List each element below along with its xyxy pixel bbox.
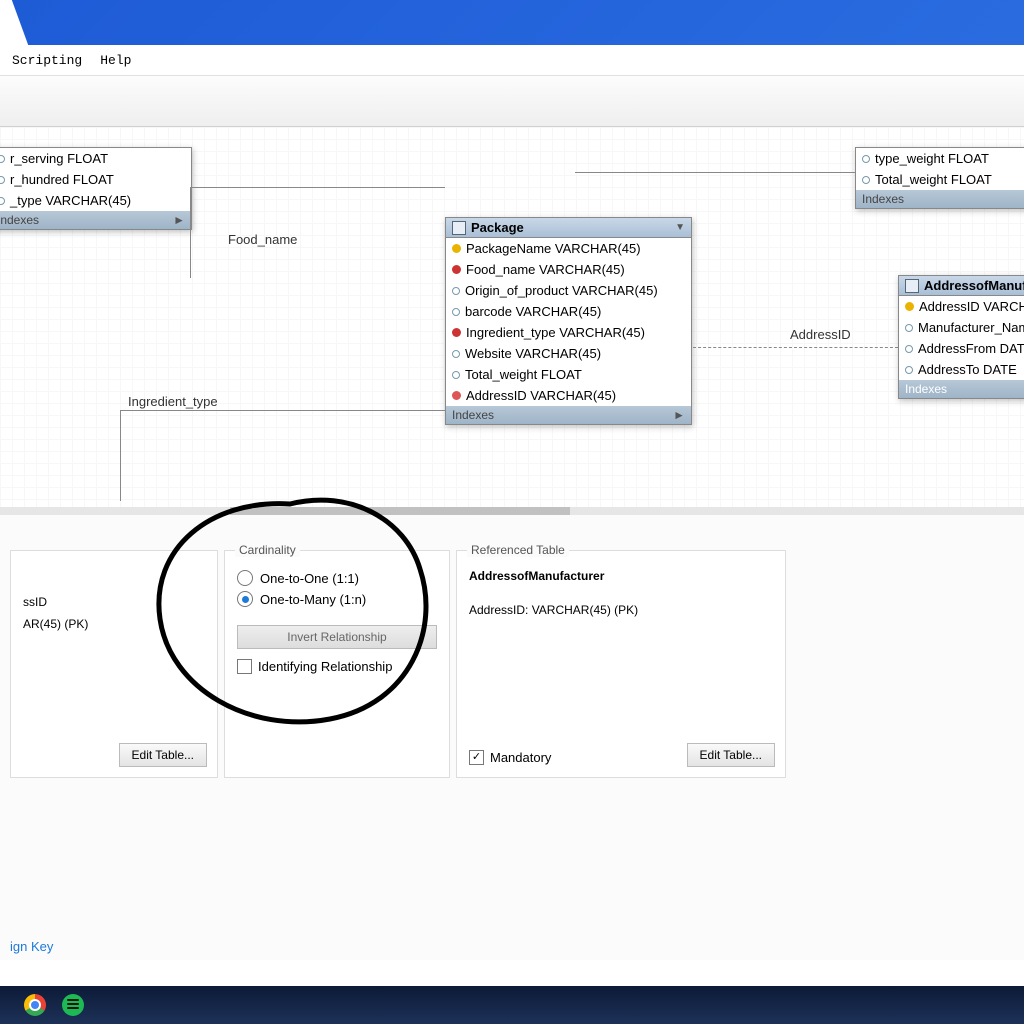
relation-address-id: AddressID [790, 327, 851, 342]
chevron-down-icon[interactable]: ▼ [675, 222, 685, 233]
toolbar-strip [0, 76, 1024, 127]
diamond-icon [450, 306, 461, 317]
column: type_weight FLOAT [856, 148, 1024, 169]
diamond-icon [0, 195, 7, 206]
column: Total_weight FLOAT [856, 169, 1024, 190]
fieldset-legend: Cardinality [235, 543, 300, 557]
col-pk-type: AR(45) (PK) [23, 617, 205, 631]
referencing-table-fieldset: ssID AR(45) (PK) Edit Table... [10, 550, 218, 778]
referenced-table-fieldset: Referenced Table AddressofManufacturer A… [456, 550, 786, 778]
diamond-icon [860, 153, 871, 164]
radio-label: One-to-Many (1:n) [260, 592, 366, 607]
column: AddressFrom DATE [899, 338, 1024, 359]
entity-package[interactable]: Package ▼ PackageName VARCHAR(45) Food_n… [445, 217, 692, 425]
key-icon [905, 302, 914, 311]
chrome-icon[interactable] [24, 994, 46, 1016]
windows-taskbar[interactable] [0, 986, 1024, 1024]
relationship-line-address[interactable] [693, 347, 898, 348]
relationship-line[interactable] [120, 410, 445, 411]
entity-name: Package [471, 220, 524, 235]
indexes-bar[interactable]: Indexes► [856, 190, 1024, 208]
table-icon [905, 279, 919, 293]
menu-scripting[interactable]: Scripting [12, 53, 82, 68]
menu-bar: Scripting Help [0, 45, 1024, 76]
er-canvas[interactable]: r_serving FLOAT r_hundred FLOAT _type VA… [0, 127, 1024, 507]
column: Manufacturer_Name VAR [899, 317, 1024, 338]
radio-one-to-many[interactable]: One-to-Many (1:n) [237, 591, 437, 607]
column: r_serving FLOAT [0, 148, 191, 169]
key-icon [452, 265, 461, 274]
diamond-icon [450, 348, 461, 359]
fieldset-legend: Referenced Table [467, 543, 569, 557]
indexes-bar[interactable]: Indexes [899, 380, 1024, 398]
relationship-line[interactable] [575, 172, 855, 173]
scrollbar-thumb[interactable] [230, 507, 570, 515]
canvas-horizontal-scrollbar[interactable] [0, 507, 1024, 515]
checkbox-label: Identifying Relationship [258, 659, 392, 674]
cardinality-fieldset: Cardinality One-to-One (1:1) One-to-Many… [224, 550, 450, 778]
entity-name: AddressofManufac [924, 278, 1024, 293]
radio-icon [237, 570, 253, 586]
key-icon [452, 244, 461, 253]
table-icon [452, 221, 466, 235]
entity-title[interactable]: AddressofManufac [899, 276, 1024, 296]
column: PackageName VARCHAR(45) [446, 238, 691, 259]
entity-title[interactable]: Package ▼ [446, 218, 691, 238]
edit-table-button-right[interactable]: Edit Table... [687, 743, 775, 767]
checkbox-icon: ✓ [469, 750, 484, 765]
window-corner [0, 0, 28, 45]
diamond-icon [0, 153, 7, 164]
referenced-column: AddressID: VARCHAR(45) (PK) [469, 603, 773, 617]
indexes-bar[interactable]: Indexes► [446, 406, 691, 424]
edit-table-button-left[interactable]: Edit Table... [119, 743, 207, 767]
radio-icon [237, 591, 253, 607]
diamond-icon [0, 174, 7, 185]
column: Total_weight FLOAT [446, 364, 691, 385]
entity-food[interactable]: r_serving FLOAT r_hundred FLOAT _type VA… [0, 147, 192, 230]
diamond-icon [903, 343, 914, 354]
relationship-line [120, 410, 121, 501]
column: r_hundred FLOAT [0, 169, 191, 190]
diamond-icon [860, 174, 871, 185]
diamond-icon [452, 391, 461, 400]
foreign-key-panel: ssID AR(45) (PK) Edit Table... Cardinali… [0, 515, 1024, 960]
diamond-icon [450, 369, 461, 380]
entity-address[interactable]: AddressofManufac AddressID VARCHAR(45) M… [898, 275, 1024, 399]
spotify-icon[interactable] [62, 994, 84, 1016]
arrow-right-icon: ► [673, 408, 685, 422]
indexes-bar[interactable]: Indexes► [0, 211, 191, 229]
relation-ingredient-type: Ingredient_type [128, 394, 218, 409]
window-titlebar [0, 0, 1024, 45]
relationship-line [190, 187, 191, 278]
column: _type VARCHAR(45) [0, 190, 191, 211]
column: Origin_of_product VARCHAR(45) [446, 280, 691, 301]
tab-foreign-key[interactable]: ign Key [0, 933, 63, 960]
arrow-right-icon: ► [173, 213, 185, 227]
menu-help[interactable]: Help [100, 53, 131, 68]
radio-label: One-to-One (1:1) [260, 571, 359, 586]
identifying-relationship-checkbox[interactable]: Identifying Relationship [237, 659, 437, 674]
column: AddressID VARCHAR(45) [899, 296, 1024, 317]
column: Website VARCHAR(45) [446, 343, 691, 364]
relation-food-name: Food_name [228, 232, 297, 247]
checkbox-label: Mandatory [490, 750, 551, 765]
relationship-line[interactable] [190, 187, 445, 188]
column: barcode VARCHAR(45) [446, 301, 691, 322]
diamond-icon [903, 364, 914, 375]
column: Ingredient_type VARCHAR(45) [446, 322, 691, 343]
entity-weight[interactable]: type_weight FLOAT Total_weight FLOAT Ind… [855, 147, 1024, 209]
column: AddressID VARCHAR(45) [446, 385, 691, 406]
col-ssid: ssID [23, 595, 205, 609]
key-icon [452, 328, 461, 337]
column: Food_name VARCHAR(45) [446, 259, 691, 280]
invert-relationship-button[interactable]: Invert Relationship [237, 625, 437, 649]
checkbox-icon [237, 659, 252, 674]
radio-one-to-one[interactable]: One-to-One (1:1) [237, 570, 437, 586]
diamond-icon [450, 285, 461, 296]
column: AddressTo DATE [899, 359, 1024, 380]
referenced-table-name: AddressofManufacturer [469, 569, 773, 583]
mandatory-checkbox[interactable]: ✓ Mandatory [469, 750, 551, 765]
diamond-icon [903, 322, 914, 333]
